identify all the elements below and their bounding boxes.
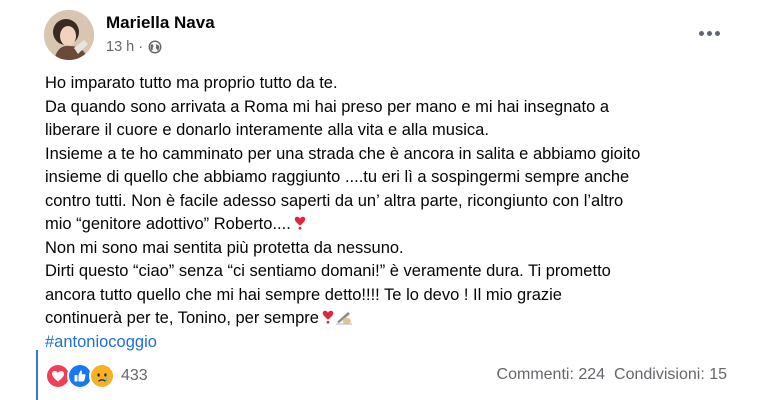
- post-meta: 13 h ·: [106, 39, 162, 55]
- post-text: Ho imparato tutto ma proprio tutto da te…: [45, 72, 745, 354]
- dot: [706, 30, 712, 36]
- meta-separator: ·: [138, 39, 144, 55]
- post-text-line: Non mi sono mai sentita più protetta da …: [45, 238, 404, 257]
- post-text-segment: mio “genitore adottivo” Roberto....: [45, 215, 291, 233]
- post-text-line: liberare il cuore e donarlo interamente …: [45, 121, 489, 139]
- avatar[interactable]: [44, 10, 94, 60]
- author-name[interactable]: Mariella Nava: [106, 13, 215, 33]
- heavy-heart-exclamation-icon: [322, 310, 334, 324]
- focus-indicator-bar: [36, 350, 38, 400]
- post-text-line: contro tutti. Non è facile adesso sapert…: [45, 191, 624, 210]
- dot: [698, 30, 704, 36]
- more-options-icon[interactable]: [693, 25, 725, 41]
- post-timestamp[interactable]: 13 h: [106, 39, 134, 55]
- engagement-stats: Commenti: 224 Condivisioni: 15: [497, 366, 727, 384]
- dot: [714, 30, 720, 36]
- facebook-post: Mariella Nava 13 h · Ho imparato tutto m…: [0, 0, 768, 400]
- writing-hand-icon: [335, 312, 352, 325]
- post-text-line: insieme di quello che abbiamo raggiunto …: [45, 168, 630, 186]
- comments-count[interactable]: Commenti: 224: [497, 366, 606, 384]
- shares-count[interactable]: Condivisioni: 15: [614, 366, 727, 384]
- reactions-count[interactable]: 433: [121, 367, 148, 385]
- heavy-heart-exclamation-icon: [294, 216, 306, 230]
- profile-photo: [44, 10, 94, 60]
- reactions-summary[interactable]: 433: [45, 363, 148, 389]
- post-text-line-with-emoji: continuerà per te, Tonino, per sempre: [45, 307, 745, 331]
- post-text-line: Insieme a te ho camminato per una strada…: [45, 144, 641, 163]
- post-text-line: ancora tutto quello che mi hai sempre de…: [45, 285, 562, 304]
- sad-reaction-icon: [89, 363, 115, 389]
- hashtag-link[interactable]: #antoniocoggio: [45, 331, 745, 355]
- post-text-line-with-emoji: mio “genitore adottivo” Roberto....: [45, 213, 745, 237]
- post-text-line: Dirti questo “ciao” senza “ci sentiamo d…: [45, 262, 611, 280]
- post-text-line: Ho imparato tutto ma proprio tutto da te…: [45, 74, 338, 92]
- post-text-segment: continuerà per te, Tonino, per sempre: [45, 309, 319, 327]
- post-text-line: Da quando sono arrivata a Roma mi hai pr…: [45, 97, 610, 116]
- globe-icon[interactable]: [148, 40, 162, 54]
